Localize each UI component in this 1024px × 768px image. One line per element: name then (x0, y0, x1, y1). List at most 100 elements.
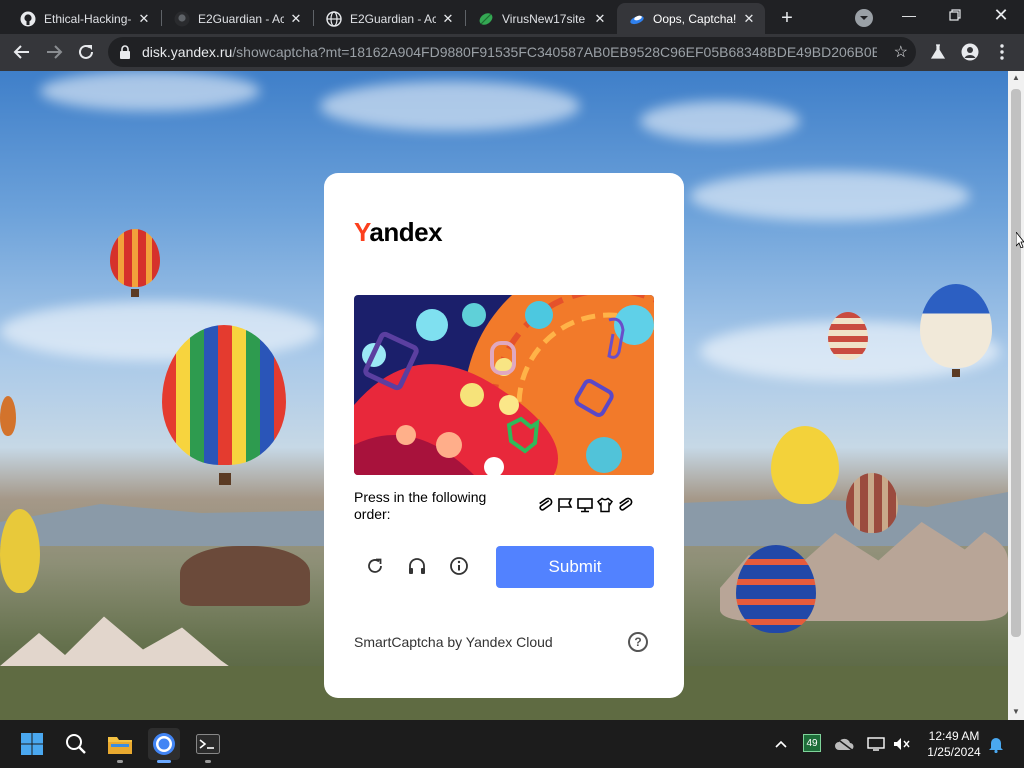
kebab-menu-icon[interactable] (990, 40, 1014, 64)
info-button[interactable] (447, 554, 471, 578)
close-tab-icon[interactable]: ✕ (592, 11, 608, 27)
cloud-offline-icon[interactable] (834, 734, 854, 754)
hot-air-balloon (162, 325, 286, 465)
captcha-order-icons (536, 495, 634, 517)
yandex-disk-icon (629, 11, 645, 27)
balloon-basket (219, 473, 231, 485)
tab-strip: Ethical-Hacking- ✕ E2Guardian - Ac ✕ E2G… (0, 0, 1024, 34)
forward-button[interactable] (40, 38, 68, 66)
battery-badge-icon[interactable]: 49 (803, 734, 821, 752)
captcha-card: Yandex Press in the following order: Sub… (324, 173, 684, 698)
arrow-right-icon (47, 45, 63, 59)
address-bar[interactable]: disk.yandex.ru/showcaptcha?mt=18162A904F… (108, 37, 916, 67)
active-indicator (157, 760, 171, 763)
help-question-icon[interactable]: ? (628, 632, 648, 652)
running-indicator (117, 760, 123, 763)
back-button[interactable] (8, 38, 36, 66)
scroll-up-icon[interactable]: ▲ (1012, 73, 1020, 82)
hot-air-balloon (846, 473, 898, 533)
github-icon (20, 11, 36, 27)
hot-air-balloon (771, 426, 839, 504)
system-clock[interactable]: 12:49 AM 1/25/2024 (920, 728, 988, 760)
scrollbar-thumb[interactable] (1011, 89, 1021, 637)
tab-virusnew17site[interactable]: VirusNew17site ✕ (466, 3, 616, 34)
tab-title: E2Guardian - Ac (350, 11, 436, 26)
lock-icon (120, 45, 130, 59)
tshirt-icon (596, 495, 614, 515)
cloud (40, 71, 260, 111)
terminal-icon[interactable] (192, 728, 224, 763)
running-indicator (205, 760, 211, 763)
paperclip-icon (616, 495, 634, 515)
restore-icon (949, 9, 961, 21)
speaker-muted-icon[interactable] (892, 734, 912, 754)
tab-title: Oops, Captcha! (653, 11, 737, 26)
chrome-icon[interactable] (148, 728, 180, 763)
submit-button[interactable]: Submit (496, 546, 654, 588)
close-tab-icon[interactable]: ✕ (288, 11, 304, 27)
tab-ethical-hacking[interactable]: Ethical-Hacking- ✕ (8, 3, 160, 34)
restore-button[interactable] (932, 0, 978, 30)
windows-taskbar: 49 (0, 720, 1024, 768)
chevron-down-icon (860, 16, 868, 20)
info-icon (450, 557, 468, 575)
rock-formation (180, 546, 310, 606)
tab-search-button[interactable] (855, 9, 873, 27)
leaf-icon (478, 11, 494, 27)
url-host: disk.yandex.ru (142, 44, 233, 60)
tab-e2guardian-1[interactable]: E2Guardian - Ac ✕ (162, 3, 312, 34)
close-tab-icon[interactable]: ✕ (136, 11, 152, 27)
scroll-down-icon[interactable]: ▼ (1012, 707, 1020, 716)
yandex-logo: Yandex (354, 217, 443, 247)
github-icon (174, 11, 190, 27)
arrow-left-icon (13, 45, 29, 59)
minimize-button[interactable]: — (886, 0, 932, 30)
tab-e2guardian-2[interactable]: E2Guardian - Ac ✕ (314, 3, 464, 34)
audio-captcha-button[interactable] (405, 554, 429, 578)
url-path: /showcaptcha?mt=18162A904FD9880F91535FC3… (232, 44, 877, 60)
close-window-button[interactable]: ✕ (978, 0, 1024, 30)
cloud (640, 101, 800, 141)
flag-icon (556, 495, 574, 515)
audio-headphones-icon (409, 558, 425, 574)
reload-icon (79, 44, 93, 59)
labs-flask-icon[interactable] (926, 40, 950, 64)
hot-air-balloon (110, 229, 160, 287)
notification-bell-icon[interactable] (986, 734, 1006, 754)
profile-avatar-icon[interactable] (958, 40, 982, 64)
browser-toolbar: disk.yandex.ru/showcaptcha?mt=18162A904F… (0, 34, 1024, 71)
tab-title: E2Guardian - Ac (198, 11, 284, 26)
refresh-icon (368, 558, 382, 573)
reload-button[interactable] (72, 38, 100, 66)
windows-start-icon[interactable] (16, 728, 48, 760)
file-explorer-icon[interactable] (104, 728, 136, 763)
captcha-provider-label: SmartCaptcha by Yandex Cloud (354, 634, 553, 650)
mouse-cursor-icon (1016, 232, 1024, 248)
network-icon[interactable] (866, 734, 886, 754)
hot-air-balloon (0, 509, 40, 593)
close-tab-icon[interactable]: ✕ (741, 11, 757, 27)
balloon-basket (952, 369, 960, 377)
clock-date: 1/25/2024 (927, 745, 981, 759)
chevron-up-icon[interactable] (771, 734, 791, 754)
cloud (690, 171, 970, 221)
hot-air-balloon (0, 396, 16, 436)
tab-oops-captcha[interactable]: Oops, Captcha! ✕ (617, 3, 765, 34)
page-scrollbar[interactable]: ▲ ▼ (1008, 71, 1024, 720)
bookmark-star-icon[interactable]: ☆ (894, 42, 908, 62)
close-tab-icon[interactable]: ✕ (440, 11, 456, 27)
tab-title: Ethical-Hacking- (44, 11, 132, 26)
hot-air-balloon (736, 545, 816, 633)
cloud (0, 301, 320, 361)
cloud (320, 81, 580, 131)
url-text: disk.yandex.ru/showcaptcha?mt=18162A904F… (142, 44, 877, 60)
clock-time: 12:49 AM (928, 729, 980, 743)
refresh-captcha-button[interactable] (363, 554, 387, 578)
hot-air-balloon (828, 312, 868, 360)
tab-title: VirusNew17site (502, 11, 586, 26)
captcha-challenge-image[interactable] (354, 295, 654, 475)
hot-air-balloon (920, 284, 992, 368)
new-tab-button[interactable]: + (775, 6, 799, 30)
search-icon[interactable] (60, 728, 92, 760)
monitor-icon (576, 495, 594, 515)
